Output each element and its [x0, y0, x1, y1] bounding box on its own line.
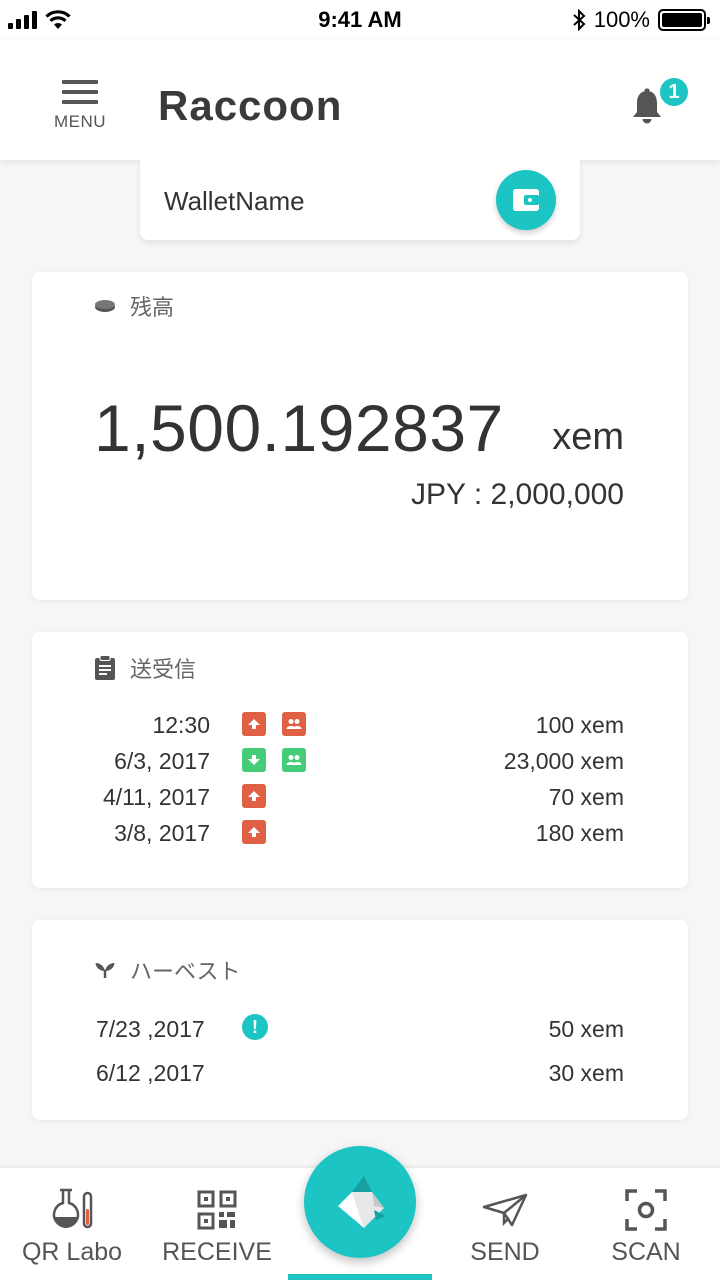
status-left	[8, 10, 208, 30]
transaction-amount: 100 xem	[535, 712, 624, 738]
harvest-date: 7/23 ,2017	[96, 1016, 205, 1042]
outgoing-icon	[242, 784, 266, 808]
battery-icon	[658, 9, 710, 31]
harvest-title: ハーベスト	[94, 954, 240, 986]
harvest-card[interactable]: ハーベスト 7/23 ,2017 ! 50 xem 6/12 ,2017 30 …	[32, 920, 688, 1120]
coin-icon	[95, 300, 115, 312]
outgoing-icon	[242, 820, 266, 844]
app-header: MENU Raccoon 1	[0, 40, 720, 160]
transaction-icons	[242, 820, 266, 844]
transaction-amount: 23,000 xem	[503, 748, 624, 774]
nav-receive[interactable]: RECEIVE	[158, 1186, 276, 1267]
bottom-navigation: QR Labo RECEIVE SEND SCAN	[0, 1146, 720, 1280]
alert-icon[interactable]: !	[242, 1014, 268, 1040]
nav-qr-labo[interactable]: QR Labo	[10, 1186, 134, 1267]
outgoing-icon	[242, 712, 266, 736]
balance-unit: xem	[552, 416, 624, 458]
sprout-icon	[95, 963, 115, 978]
multisig-icon	[282, 748, 306, 772]
transaction-date: 6/3, 2017	[114, 748, 210, 774]
menu-button[interactable]: MENU	[48, 80, 112, 136]
menu-label: MENU	[53, 112, 107, 131]
clipboard-icon	[95, 655, 115, 680]
transaction-amount: 70 xem	[548, 784, 624, 810]
nav-scan-label: SCAN	[611, 1238, 681, 1266]
transactions-card[interactable]: 送受信 12:30 100 xem 6/3, 2017 23,000 xem 4…	[32, 632, 688, 888]
wallet-switch-button[interactable]	[496, 170, 556, 230]
notification-button[interactable]: 1	[630, 76, 690, 132]
notification-badge: 1	[658, 76, 690, 108]
balance-title: 残高	[94, 290, 174, 322]
cellular-signal-icon	[8, 11, 37, 29]
transaction-date: 12:30	[152, 712, 210, 738]
transaction-icons	[242, 748, 306, 772]
scan-icon	[625, 1189, 667, 1231]
multisig-icon	[282, 712, 306, 736]
balance-title-label: 残高	[130, 295, 175, 320]
home-fab-button[interactable]	[304, 1146, 416, 1258]
balance-card: 残高 1,500.192837 xem JPY : 2,000,000	[32, 272, 688, 600]
active-tab-indicator	[288, 1274, 432, 1280]
harvest-amount: 50 xem	[548, 1016, 624, 1042]
wallet-selector[interactable]: WalletName	[140, 160, 580, 240]
nav-qr-labo-label: QR Labo	[21, 1238, 123, 1266]
hamburger-icon	[62, 80, 98, 110]
app-logo: Raccoon	[158, 82, 343, 129]
bluetooth-icon	[573, 9, 586, 31]
balance-jpy: JPY : 2,000,000	[411, 478, 624, 511]
home-screen: 9:41 AM 100% MENU Raccoon 1 WalletName 残…	[0, 0, 720, 1280]
balance-amount: 1,500.192837	[94, 391, 504, 465]
transaction-icons	[242, 784, 266, 808]
harvest-row[interactable]: 7/23 ,2017 ! 50 xem	[32, 1012, 688, 1048]
paper-plane-icon	[482, 1193, 528, 1227]
nav-send[interactable]: SEND	[456, 1186, 554, 1267]
transaction-date: 3/8, 2017	[114, 820, 210, 846]
harvest-row[interactable]: 6/12 ,2017 30 xem	[32, 1056, 688, 1092]
transaction-row[interactable]: 3/8, 2017 180 xem	[32, 816, 688, 852]
flask-icon	[52, 1188, 93, 1229]
harvest-date: 6/12 ,2017	[96, 1060, 205, 1086]
transactions-title: 送受信	[94, 652, 196, 684]
wallet-icon	[513, 189, 539, 211]
transaction-icons	[242, 712, 306, 736]
qr-code-icon	[197, 1190, 237, 1230]
wallet-name: WalletName	[164, 186, 305, 216]
transaction-row[interactable]: 12:30 100 xem	[32, 708, 688, 744]
harvest-amount: 30 xem	[548, 1060, 624, 1086]
battery-fill	[662, 13, 702, 27]
nav-scan[interactable]: SCAN	[596, 1186, 696, 1267]
transaction-amount: 180 xem	[535, 820, 624, 846]
transaction-row[interactable]: 6/3, 2017 23,000 xem	[32, 744, 688, 780]
status-bar: 9:41 AM 100%	[0, 0, 720, 40]
transaction-row[interactable]: 4/11, 2017 70 xem	[32, 780, 688, 816]
transaction-date: 4/11, 2017	[102, 784, 210, 810]
status-right: 100%	[572, 7, 710, 33]
nav-receive-label: RECEIVE	[162, 1238, 272, 1266]
wifi-icon	[45, 10, 71, 29]
raccoon-logo-icon	[338, 1176, 386, 1228]
battery-percent: 100%	[593, 7, 650, 32]
transactions-title-label: 送受信	[130, 657, 197, 682]
incoming-icon	[242, 748, 266, 772]
nav-send-label: SEND	[470, 1238, 540, 1266]
harvest-title-label: ハーベスト	[130, 959, 241, 984]
